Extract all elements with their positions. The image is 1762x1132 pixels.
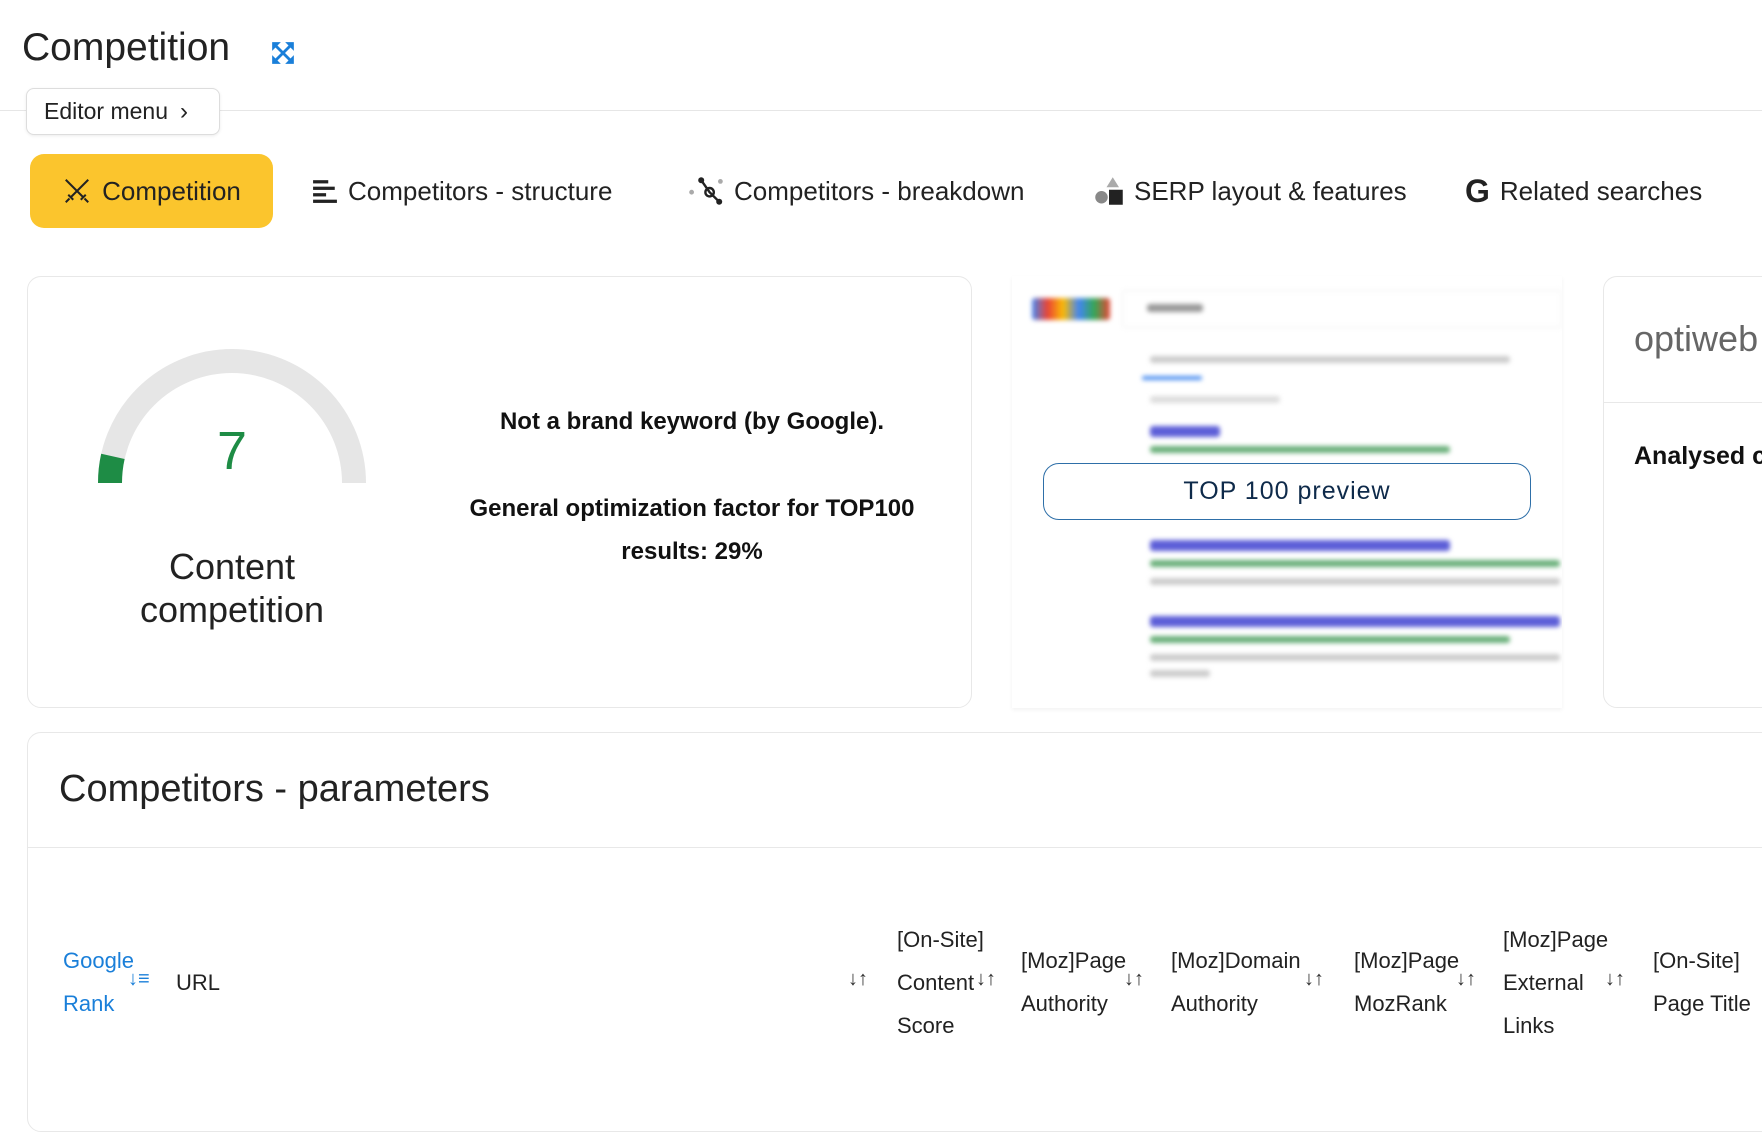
column-header-label: [Moz]Page (1354, 948, 1460, 973)
tab-related-searches[interactable]: G Related searches (1465, 154, 1702, 228)
divider (1603, 402, 1762, 403)
page-title: Competition (22, 26, 231, 69)
tab-label: Competitors - structure (348, 175, 613, 206)
column-header[interactable]: [On-Site] Page Title (1653, 939, 1751, 1025)
sort-icon[interactable]: ↓↑ (1456, 968, 1476, 991)
sort-icon[interactable]: ↓↑ (1304, 968, 1324, 991)
analysis-card-subtitle: Analysed c (1634, 442, 1762, 470)
column-header-label: Authority (1171, 991, 1258, 1016)
brand-keyword-text: Not a brand keyword (by Google). (499, 408, 885, 435)
column-header[interactable]: [Moz]Domain Authority (1171, 939, 1301, 1025)
shapes-icon (1095, 177, 1123, 205)
nodes-icon (689, 177, 723, 205)
column-header[interactable]: URL (176, 961, 220, 1004)
column-header-label: Google (63, 948, 134, 973)
column-header-label: Authority (1021, 991, 1108, 1016)
top-100-preview-button[interactable]: TOP 100 preview (1043, 463, 1531, 520)
column-header-label: External (1503, 969, 1584, 995)
analysis-card-title: optiweb (1634, 318, 1759, 359)
swords-icon (65, 179, 90, 203)
tab-label: Competition (102, 175, 241, 206)
tab-competitors-structure[interactable]: Competitors - structure (312, 154, 612, 228)
sort-icon[interactable]: ↓↑ (1605, 968, 1625, 991)
chevron-right-icon: › (180, 97, 189, 125)
expand-arrows-icon[interactable] (270, 40, 296, 66)
divider (0, 110, 1762, 111)
tab-competitors-breakdown[interactable]: Competitors - breakdown (688, 154, 1024, 228)
column-header[interactable]: [Moz]Page External Links (1503, 918, 1608, 1047)
editor-menu-button[interactable]: Editor menu › (26, 88, 220, 135)
tab-competition[interactable]: Competition (30, 154, 273, 228)
sort-icon[interactable]: ↓↑ (848, 968, 868, 991)
competition-score: 7 (216, 421, 248, 481)
column-header[interactable]: Google Rank (63, 939, 134, 1025)
google-g-icon: G (1465, 172, 1490, 209)
sort-icon[interactable]: ↓↑ (1124, 968, 1144, 991)
column-header-label: MozRank (1354, 991, 1447, 1016)
tab-label: Competitors - breakdown (734, 175, 1025, 206)
column-header-label: [Moz]Page (1503, 926, 1609, 952)
column-header[interactable]: [On-Site] Content Score (897, 918, 984, 1047)
column-header[interactable]: [Moz]Page MozRank (1354, 939, 1459, 1025)
column-header-label: [Moz]Page (1021, 948, 1127, 973)
tab-label: SERP layout & features (1134, 175, 1407, 206)
structure-lines-icon (313, 180, 337, 203)
column-header-label: [On-Site] (1653, 948, 1740, 973)
divider (27, 847, 1762, 848)
gauge-fill (97, 453, 125, 484)
sort-ascending-icon[interactable]: ↓≡ (128, 968, 150, 991)
competition-label: Content competition (139, 546, 325, 630)
editor-menu-label: Editor menu (44, 98, 169, 124)
tab-serp-layout[interactable]: SERP layout & features (1094, 154, 1407, 228)
column-header-label: Content (897, 969, 975, 995)
column-header-label: Score (897, 1012, 955, 1038)
column-header-label: [On-Site] (897, 926, 984, 952)
tab-label: Related searches (1499, 175, 1703, 206)
column-header-label: Page Title (1653, 991, 1751, 1016)
optimization-factor-text-2: results: 29% (621, 538, 763, 565)
column-header[interactable]: [Moz]Page Authority (1021, 939, 1126, 1025)
optimization-factor-text: General optimization factor for TOP100 (469, 495, 915, 522)
column-header-label: URL (176, 969, 221, 995)
column-header-label: Rank (63, 991, 115, 1016)
sort-icon[interactable]: ↓↑ (976, 968, 996, 991)
column-header-label: Links (1503, 1012, 1555, 1038)
column-header-label: [Moz]Domain (1171, 948, 1301, 973)
parameters-title: Competitors - parameters (59, 768, 490, 810)
